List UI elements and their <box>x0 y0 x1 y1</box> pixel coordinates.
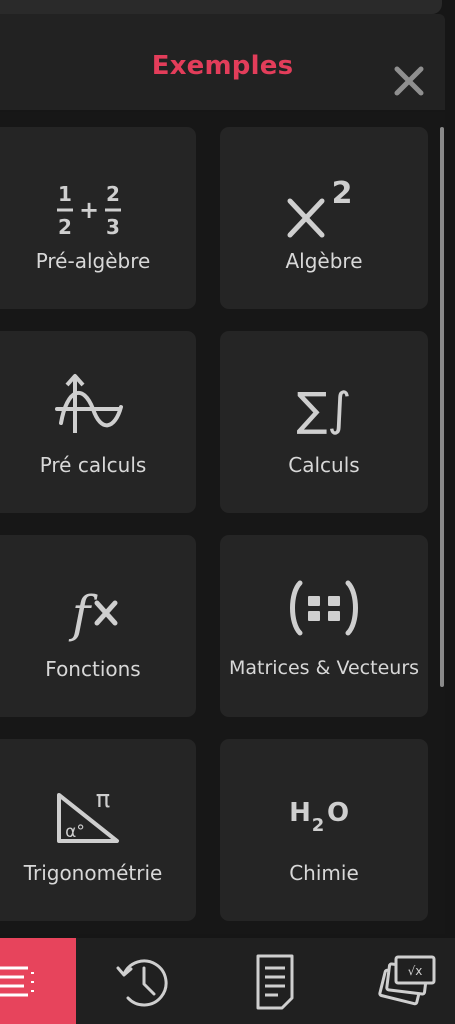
history-clock-icon <box>116 959 168 1007</box>
background-tab <box>0 0 442 14</box>
fx-icon: f <box>68 585 118 643</box>
page-title: Exemples <box>151 51 294 81</box>
category-card-trigonometry[interactable]: π α° Trigonométrie <box>0 739 196 921</box>
function-graph-icon <box>55 374 123 433</box>
flashcards-icon: √x <box>378 955 436 1006</box>
x-squared-icon: 2 <box>287 176 353 238</box>
svg-text:3: 3 <box>106 215 120 239</box>
close-icon <box>394 66 424 96</box>
scrollbar[interactable] <box>440 127 444 687</box>
nav-history-button[interactable] <box>90 938 200 1024</box>
category-label: Algèbre <box>285 249 363 273</box>
categories-grid[interactable]: 1 2 + 2 3 Pré-algèbre 2 Algèbre Pré calc… <box>0 112 445 934</box>
nav-menu-button[interactable] <box>0 938 76 1024</box>
svg-text:π: π <box>96 785 110 813</box>
category-card-chemistry[interactable]: H 2 O Chimie <box>220 739 428 921</box>
category-label: Fonctions <box>45 657 141 681</box>
category-card-matrices-vectors[interactable]: Matrices & Vecteurs <box>220 535 428 717</box>
sum-integral-icon: ∑∫ <box>297 382 352 436</box>
category-label: Pré calculs <box>39 453 147 477</box>
category-label: Matrices & Vecteurs <box>228 657 420 679</box>
header: Exemples <box>0 14 445 110</box>
svg-text:f: f <box>68 585 98 643</box>
close-button[interactable] <box>390 62 428 100</box>
category-label: Pré-algèbre <box>35 249 151 273</box>
svg-text:∑∫: ∑∫ <box>297 382 352 436</box>
notes-document-icon <box>256 954 294 1010</box>
category-card-pre-algebra[interactable]: 1 2 + 2 3 Pré-algèbre <box>0 127 196 309</box>
category-card-pre-calculus[interactable]: Pré calculs <box>0 331 196 513</box>
svg-text:2: 2 <box>106 182 120 206</box>
svg-text:2: 2 <box>58 215 72 239</box>
nav-flashcards-button[interactable]: √x <box>360 938 455 1024</box>
triangle-angle-icon: π α° <box>57 785 119 843</box>
category-card-calculus[interactable]: ∑∫ Calculs <box>220 331 428 513</box>
svg-text:1: 1 <box>58 182 72 206</box>
svg-text:H: H <box>289 798 311 828</box>
svg-text:2: 2 <box>332 176 353 211</box>
category-card-algebra[interactable]: 2 Algèbre <box>220 127 428 309</box>
bottom-navigation: √x <box>0 938 455 1024</box>
svg-text:2: 2 <box>312 815 325 836</box>
category-label: Chimie <box>289 861 359 885</box>
h2o-icon: H 2 O <box>289 798 349 836</box>
fraction-sum-icon: 1 2 + 2 3 <box>57 182 121 239</box>
nav-notes-button[interactable] <box>220 938 330 1024</box>
category-card-functions[interactable]: f Fonctions <box>0 535 196 717</box>
svg-text:√x: √x <box>408 964 423 978</box>
examples-screen: Exemples 1 2 + 2 3 Pré-algèbre 2 Algèbre… <box>0 0 455 1024</box>
category-label: Trigonométrie <box>23 861 163 885</box>
matrix-icon <box>290 580 358 636</box>
svg-text:+: + <box>79 196 99 224</box>
category-label: Calculs <box>288 453 360 477</box>
menu-list-icon <box>0 966 34 997</box>
svg-text:O: O <box>327 798 349 828</box>
svg-text:α°: α° <box>65 822 85 842</box>
